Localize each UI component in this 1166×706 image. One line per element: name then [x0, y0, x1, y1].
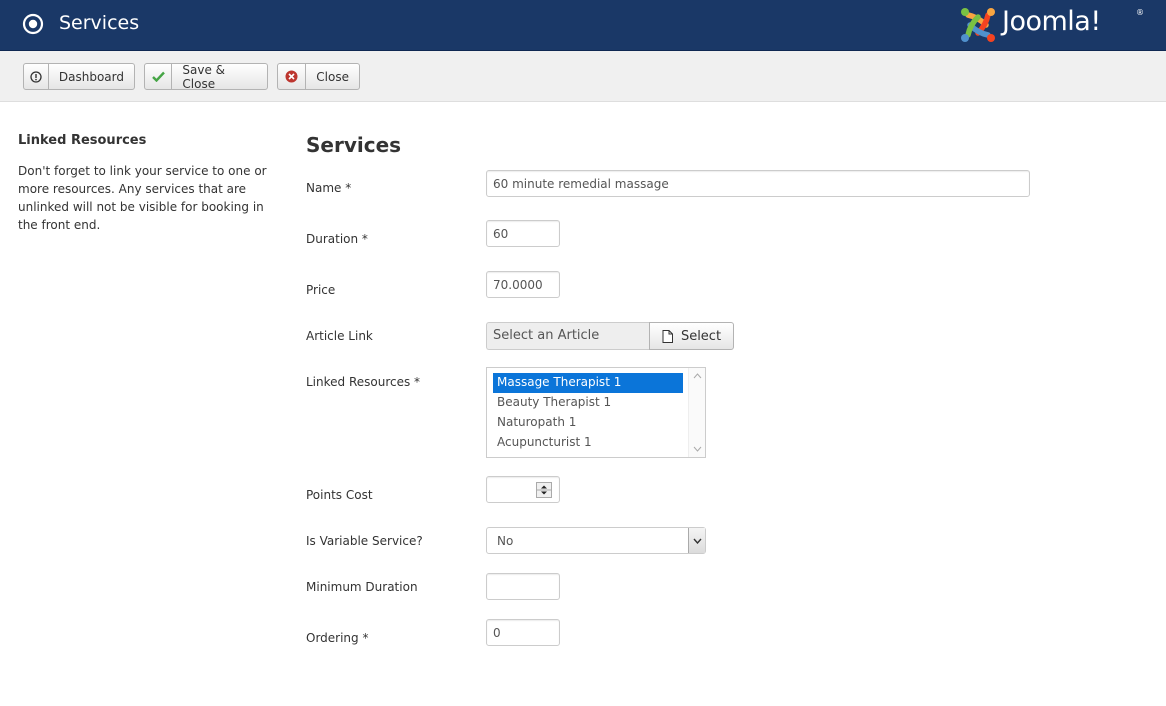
points-cost-label: Points Cost [306, 488, 373, 502]
minimum-duration-input[interactable] [486, 573, 560, 600]
joomla-logo-icon [961, 8, 995, 42]
page-title: Services [59, 12, 140, 34]
linked-resources-label: Linked Resources * [306, 375, 421, 389]
list-item-massage-therapist[interactable]: Massage Therapist 1 [493, 373, 683, 393]
points-cost-stepper[interactable] [536, 482, 552, 498]
sidebar-text: Don't forget to link your service to one… [18, 164, 267, 232]
dashboard-icon [24, 64, 49, 89]
list-item-naturopath[interactable]: Naturopath 1 [493, 413, 683, 433]
name-label: Name * [306, 181, 352, 195]
close-button[interactable]: Close [277, 63, 360, 90]
duration-label: Duration * [306, 232, 368, 246]
dashboard-label: Dashboard [58, 69, 124, 84]
checkmark-icon [145, 64, 173, 89]
dashboard-button[interactable]: Dashboard [23, 63, 135, 90]
scroll-up-icon[interactable] [690, 370, 705, 382]
ordering-label: Ordering * [306, 631, 369, 645]
linked-resources-listbox[interactable]: Massage Therapist 1 Beauty Therapist 1 N… [486, 367, 706, 458]
article-link-label: Article Link [306, 329, 373, 343]
duration-input[interactable] [486, 220, 560, 247]
price-input[interactable] [486, 271, 560, 298]
variable-service-label: Is Variable Service? [306, 534, 423, 548]
price-label: Price [306, 283, 336, 297]
variable-service-value: No [497, 534, 514, 548]
minimum-duration-label: Minimum Duration [306, 580, 418, 594]
document-icon [662, 329, 673, 343]
article-select-button[interactable]: Select [649, 322, 734, 350]
list-item-acupuncturist[interactable]: Acupuncturist 1 [493, 433, 683, 453]
sidebar-title: Linked Resources [18, 133, 147, 148]
joomla-logo-text: Joomla! [1002, 6, 1101, 37]
save-close-button[interactable]: Save & Close [144, 62, 268, 91]
cog-circle-icon [22, 13, 44, 35]
save-close-label: Save & Close [182, 62, 226, 91]
app-header: Services Joomla! ® [0, 0, 1166, 51]
joomla-logo: Joomla! ® [958, 5, 1148, 45]
name-input[interactable] [486, 170, 1030, 197]
article-select-label: Select [680, 328, 722, 344]
form-title: Services [306, 133, 402, 157]
stepper-arrows-icon [537, 485, 551, 495]
chevron-down-icon[interactable] [688, 528, 705, 553]
list-item-beauty-therapist[interactable]: Beauty Therapist 1 [493, 393, 683, 413]
close-icon [278, 64, 307, 89]
close-label: Close [316, 69, 349, 84]
scroll-down-icon[interactable] [690, 443, 705, 455]
article-field: Select an Article [486, 322, 650, 350]
joomla-logo-reg: ® [1136, 8, 1144, 17]
variable-service-select[interactable]: No [486, 527, 706, 554]
toolbar: Dashboard Save & Close Close [0, 51, 1166, 102]
listbox-scrollbar[interactable] [688, 368, 705, 457]
ordering-input[interactable] [486, 619, 560, 646]
